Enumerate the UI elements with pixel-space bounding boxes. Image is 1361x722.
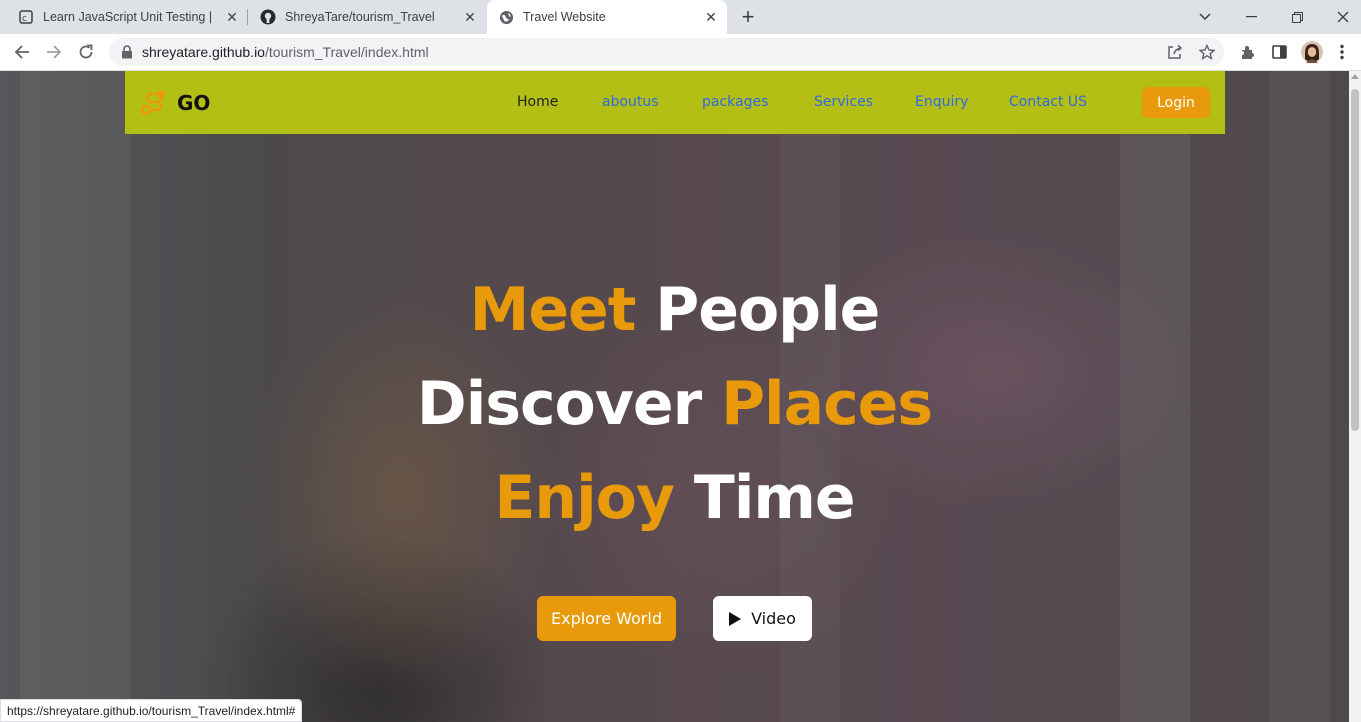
hero-accent-enjoy: Enjoy	[494, 463, 675, 533]
video-button-label: Video	[751, 609, 796, 628]
tab-title: Travel Website	[523, 10, 606, 24]
forward-arrow-icon[interactable]	[42, 40, 66, 64]
tab-travel-website[interactable]: Travel Website ✕	[487, 0, 727, 34]
hero-line-1: Meet People	[0, 275, 1349, 345]
url-text: shreyatare.github.io/tourism_Travel/inde…	[142, 44, 429, 60]
route-icon	[140, 90, 165, 116]
github-icon	[260, 9, 276, 25]
nav-services-link[interactable]: Services	[814, 94, 873, 110]
tab-title: ShreyaTare/tourism_Travel	[285, 10, 435, 24]
hero-line-3: Enjoy Time	[0, 463, 1349, 533]
page-scrollbar[interactable]	[1349, 71, 1361, 722]
scrollbar-thumb[interactable]	[1351, 89, 1359, 431]
browser-tab-strip: c Learn JavaScript Unit Testing | Co ✕ S…	[0, 0, 1361, 34]
nav-contact-link[interactable]: Contact US	[1009, 94, 1087, 110]
url-domain: shreyatare.github.io	[142, 44, 265, 60]
nav-packages-link[interactable]: packages	[702, 94, 768, 110]
tab-title: Learn JavaScript Unit Testing | Co	[43, 10, 215, 24]
scroll-up-arrow-icon[interactable]	[1351, 74, 1359, 79]
side-panel-icon[interactable]	[1269, 42, 1289, 62]
new-tab-button[interactable]: +	[736, 4, 760, 29]
bookmark-star-icon[interactable]	[1198, 43, 1216, 61]
hero-accent-places: Places	[721, 369, 933, 439]
svg-text:c: c	[22, 14, 27, 24]
tab-codedamn[interactable]: c Learn JavaScript Unit Testing | Co ✕	[0, 0, 248, 34]
back-arrow-icon[interactable]	[10, 40, 34, 64]
extensions-icon[interactable]	[1238, 42, 1258, 62]
close-icon[interactable]: ✕	[224, 9, 240, 25]
hero-line-2: Discover Places	[0, 369, 1349, 439]
site-logo[interactable]: GO	[139, 88, 210, 118]
nav-enquiry-link[interactable]: Enquiry	[915, 94, 968, 110]
hero-text-people: People	[635, 275, 880, 345]
nav-aboutus-link[interactable]: aboutus	[602, 94, 659, 110]
url-path: /tourism_Travel/index.html	[264, 44, 429, 60]
browser-toolbar: shreyatare.github.io/tourism_Travel/inde…	[0, 34, 1361, 71]
restore-icon[interactable]	[1274, 0, 1320, 34]
tab-search-chevron-icon[interactable]	[1182, 0, 1228, 34]
play-icon	[729, 611, 742, 626]
globe-icon	[498, 9, 514, 25]
address-bar[interactable]: shreyatare.github.io/tourism_Travel/inde…	[109, 38, 1224, 66]
video-button[interactable]: Video	[713, 596, 812, 641]
tab-github[interactable]: ShreyaTare/tourism_Travel ✕	[248, 0, 486, 34]
explore-world-button[interactable]: Explore World	[537, 596, 676, 641]
minimize-icon[interactable]	[1228, 0, 1274, 34]
close-window-icon[interactable]	[1320, 0, 1361, 34]
hero-accent-meet: Meet	[469, 275, 637, 345]
logo-text: GO	[177, 91, 211, 115]
reload-icon[interactable]	[74, 40, 98, 64]
site-navbar: GO Home aboutus packages Services Enquir…	[125, 71, 1225, 134]
codedamn-icon: c	[18, 9, 34, 25]
hero-text-time: Time	[674, 463, 856, 533]
hero-text-discover: Discover	[416, 369, 722, 439]
chrome-menu-icon[interactable]	[1332, 42, 1352, 62]
close-icon[interactable]: ✕	[703, 9, 719, 25]
share-icon[interactable]	[1166, 43, 1184, 61]
link-status-bar: https://shreyatare.github.io/tourism_Tra…	[0, 699, 303, 722]
page-viewport: GO Home aboutus packages Services Enquir…	[0, 71, 1349, 722]
lock-icon	[121, 45, 135, 59]
login-button[interactable]: Login	[1142, 87, 1210, 118]
close-icon[interactable]: ✕	[462, 9, 478, 25]
nav-home-link[interactable]: Home	[517, 94, 558, 110]
profile-avatar[interactable]	[1301, 41, 1323, 63]
